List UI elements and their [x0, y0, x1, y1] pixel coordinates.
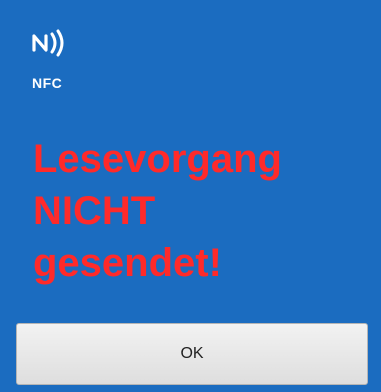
- nfc-logo-text: NFC: [32, 75, 63, 91]
- nfc-icon: [32, 29, 64, 57]
- nfc-logo: NFC: [30, 28, 70, 91]
- ok-button[interactable]: OK: [16, 323, 368, 385]
- status-message-line: NICHT: [33, 189, 156, 233]
- status-message-line: Lesevorgang: [33, 137, 282, 181]
- status-message: Lesevorgang NICHT gesendet!: [33, 133, 373, 289]
- nfc-dialog: NFC Lesevorgang NICHT gesendet! OK: [0, 0, 381, 392]
- status-message-line: gesendet!: [33, 241, 222, 285]
